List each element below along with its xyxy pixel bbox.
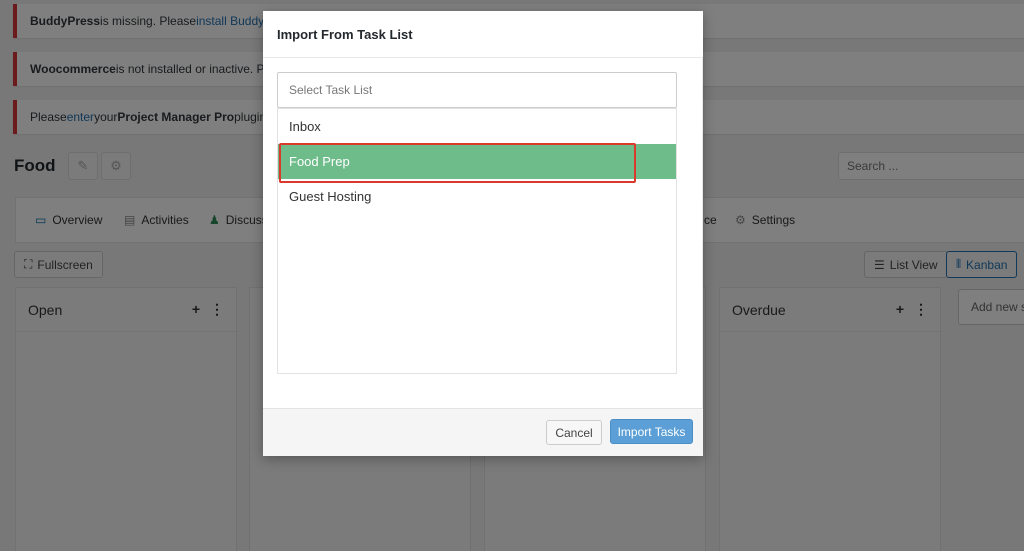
task-list-select[interactable]: Select Task List [277, 72, 677, 108]
modal-body: Select Task List Inbox Food Prep Guest H… [263, 58, 703, 408]
modal-footer: Cancel Import Tasks [263, 408, 703, 456]
task-list-dropdown: Inbox Food Prep Guest Hosting [277, 108, 677, 374]
modal-title: Import From Task List [263, 11, 703, 58]
cancel-button[interactable]: Cancel [546, 420, 602, 445]
option-food-prep[interactable]: Food Prep [278, 143, 676, 183]
option-guest-hosting[interactable]: Guest Hosting [278, 179, 676, 214]
option-inbox[interactable]: Inbox [278, 109, 676, 144]
import-task-list-modal: Import From Task List Select Task List I… [263, 11, 703, 456]
import-tasks-button[interactable]: Import Tasks [610, 419, 693, 444]
